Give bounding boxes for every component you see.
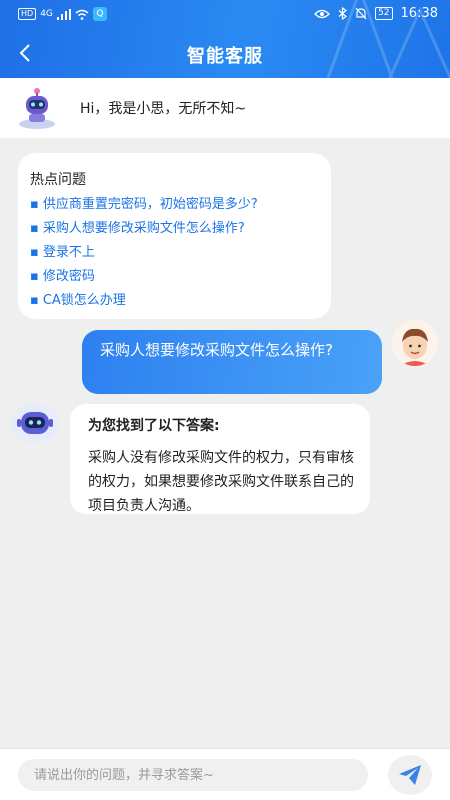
- paper-plane-icon: [399, 765, 421, 785]
- app-notification-icon: Q: [92, 7, 107, 21]
- network-type: 4G: [40, 9, 53, 19]
- bluetooth-icon: [338, 7, 348, 20]
- network-badge: HD: [18, 8, 37, 20]
- input-bar: [0, 748, 450, 800]
- header: HD 4G Q 52 16:38 智能客服: [0, 0, 450, 78]
- send-button[interactable]: [388, 755, 432, 795]
- user-avatar-icon: [392, 320, 438, 366]
- mute-bell-icon: [355, 7, 367, 20]
- wifi-icon: [75, 9, 89, 20]
- greeting-banner: Hi，我是小思，无所不知~: [0, 78, 450, 138]
- clock: 16:38: [400, 6, 438, 21]
- page-title: 智能客服: [187, 46, 263, 67]
- hot-question-item[interactable]: 登录不上: [30, 241, 258, 265]
- robot-face-icon: [17, 412, 53, 434]
- hot-questions-card: 热点问题 供应商重置完密码，初始密码是多少? 采购人想要修改采购文件怎么操作? …: [18, 153, 331, 319]
- bot-avatar: [11, 403, 59, 443]
- answer-body: 采购人没有修改采购文件的权力，只有审核的权力，如果想要修改采购文件联系自己的项目…: [88, 450, 354, 514]
- question-input[interactable]: [18, 759, 368, 791]
- eye-icon: [314, 9, 330, 18]
- hot-question-item[interactable]: 采购人想要修改采购文件怎么操作?: [30, 217, 258, 241]
- hot-questions-title: 热点问题: [30, 172, 86, 188]
- bot-answer-bubble: 为您找到了以下答案: 采购人没有修改采购文件的权力，只有审核的权力，如果想要修改…: [70, 404, 370, 514]
- status-bar: HD 4G Q 52 16:38: [0, 0, 450, 30]
- robot-mascot-icon: [19, 88, 55, 129]
- answer-title: 为您找到了以下答案:: [88, 418, 220, 434]
- hot-question-item[interactable]: CA锁怎么办理: [30, 289, 258, 313]
- user-message-bubble: 采购人想要修改采购文件怎么操作?: [82, 330, 382, 394]
- signal-icon: [56, 8, 71, 20]
- battery-indicator: 52: [375, 7, 393, 20]
- hot-question-item[interactable]: 修改密码: [30, 265, 258, 289]
- hot-questions-list: 供应商重置完密码，初始密码是多少? 采购人想要修改采购文件怎么操作? 登录不上 …: [30, 193, 258, 313]
- greeting-text: Hi，我是小思，无所不知~: [80, 101, 247, 117]
- hot-question-item[interactable]: 供应商重置完密码，初始密码是多少?: [30, 193, 258, 217]
- user-avatar: [392, 320, 438, 366]
